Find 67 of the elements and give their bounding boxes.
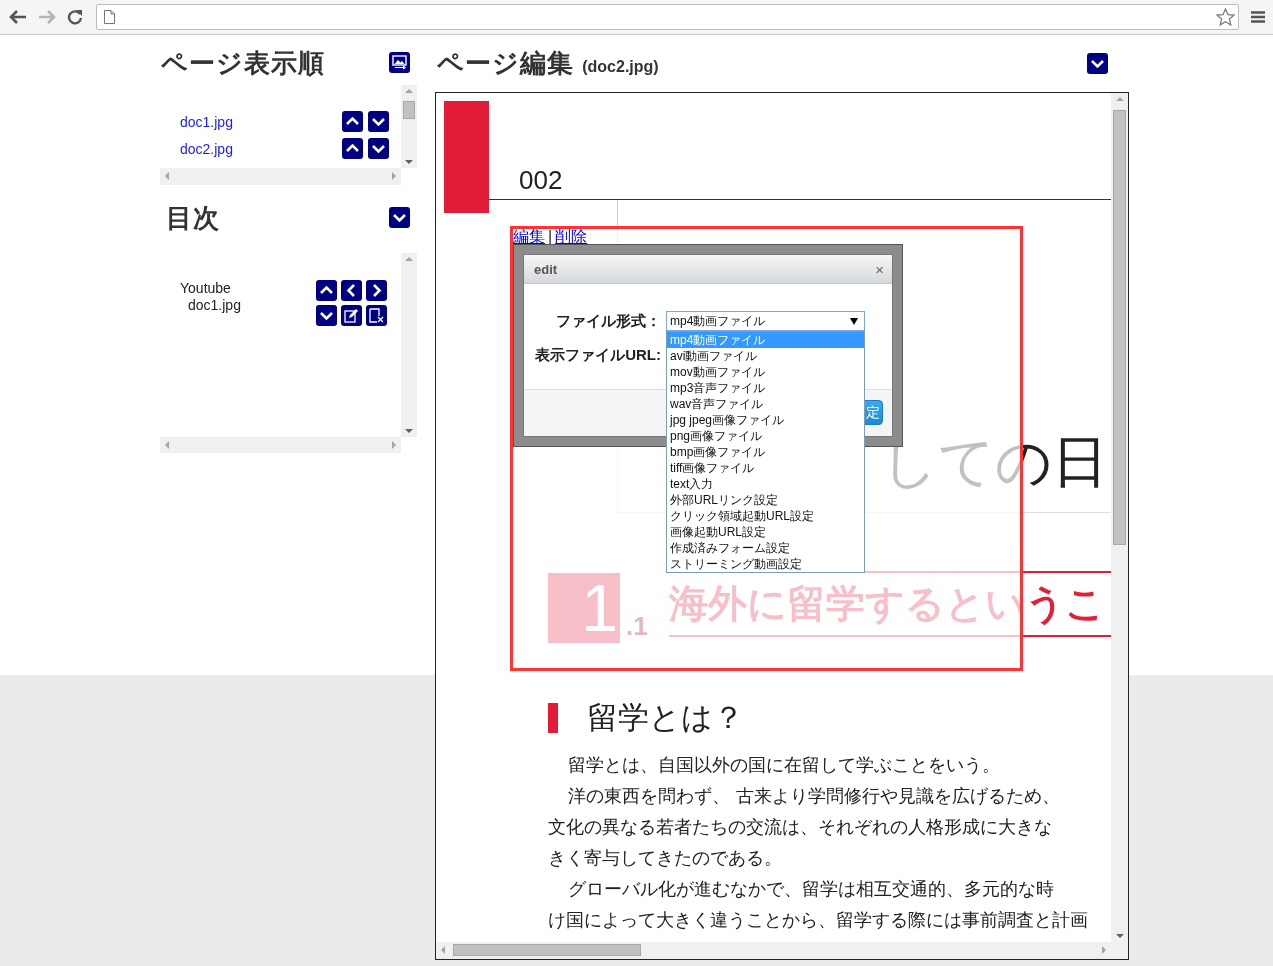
dropdown-option[interactable]: jpg jpeg画像ファイル <box>667 412 864 428</box>
file-name: (doc2.jpg) <box>582 58 659 75</box>
panel-title: ページ表示順 <box>161 49 325 76</box>
move-up-button[interactable] <box>342 111 363 132</box>
body-text: 洋の東西を問わず、 古来より学問修行や見識を広げるため、 <box>567 784 1060 808</box>
move-down-button[interactable] <box>316 305 337 326</box>
scrollbar[interactable] <box>1111 93 1128 942</box>
dropdown-option[interactable]: ストリーミング動画設定 <box>667 556 864 572</box>
delete-link[interactable]: 削除 <box>555 229 588 245</box>
menu-icon[interactable] <box>1251 11 1265 23</box>
page-number: 002 <box>519 165 563 196</box>
dialog-title: edit <box>534 261 558 277</box>
body-text: きく寄与してきたのである。 <box>548 846 782 870</box>
heading-marker <box>548 703 558 733</box>
move-down-button[interactable] <box>368 111 389 132</box>
move-right-button[interactable] <box>366 280 387 301</box>
move-up-button[interactable] <box>342 138 363 159</box>
body-text: け国によって大きく違うことから、留学する際には事前調査と計画 <box>548 908 1088 932</box>
scrollbar[interactable] <box>436 942 1111 959</box>
section-sub-number: .1 <box>626 611 648 642</box>
close-button[interactable]: × <box>875 261 884 277</box>
page-icon <box>104 10 115 24</box>
scrollbar[interactable] <box>401 85 417 168</box>
move-up-button[interactable] <box>316 280 337 301</box>
body-text: 文化の異なる若者たちの交流は、それぞれの人格形成に大きな <box>548 815 1052 839</box>
scrollbar[interactable] <box>401 253 417 437</box>
toc-item[interactable]: Youtube <box>180 280 241 297</box>
dropdown-option[interactable]: text入力 <box>667 476 864 492</box>
body-text: 留学とは、自国以外の国に在留して学ぶことをいう。 <box>567 753 1000 777</box>
page-cross-icon <box>369 308 384 323</box>
dropdown-option[interactable]: tiff画像ファイル <box>667 460 864 476</box>
page-link[interactable]: doc1.jpg <box>180 113 233 130</box>
thumbnail-button[interactable] <box>389 52 410 73</box>
caret-icon <box>850 318 858 325</box>
field-label: ファイル形式： <box>555 311 661 331</box>
pencil-icon <box>344 308 359 323</box>
page-link[interactable]: doc2.jpg <box>180 140 233 157</box>
document-heading: 留学とは？ <box>587 698 744 737</box>
address-field[interactable] <box>96 4 1239 30</box>
reload-icon[interactable] <box>67 9 83 25</box>
dropdown-option[interactable]: wav音声ファイル <box>667 396 864 412</box>
scrollbar[interactable] <box>160 437 401 453</box>
picture-icon <box>392 55 407 70</box>
collapse-button[interactable] <box>1087 53 1108 74</box>
edit-link[interactable]: 編集 <box>513 229 545 245</box>
move-down-button[interactable] <box>368 138 389 159</box>
dropdown-option[interactable]: avi動画ファイル <box>667 348 864 364</box>
dropdown-option[interactable]: png画像ファイル <box>667 428 864 444</box>
edit-button[interactable] <box>341 305 362 326</box>
dropdown-option[interactable]: クリック領域起動URL設定 <box>667 508 864 524</box>
collapse-button[interactable] <box>389 207 410 228</box>
back-icon[interactable] <box>9 9 27 25</box>
dropdown-option[interactable]: 作成済みフォーム設定 <box>667 540 864 556</box>
star-icon[interactable] <box>1216 8 1235 26</box>
delete-button[interactable] <box>366 305 387 326</box>
editor-title: ページ編集 <box>437 48 574 78</box>
move-left-button[interactable] <box>341 280 362 301</box>
scrollbar[interactable] <box>160 168 401 185</box>
dropdown-option[interactable]: 画像起動URL設定 <box>667 524 864 540</box>
field-label: 表示ファイルURL: <box>534 345 661 365</box>
toc-item[interactable]: doc1.jpg <box>180 297 241 314</box>
dropdown-option[interactable]: bmp画像ファイル <box>667 444 864 460</box>
dropdown-option[interactable]: mp3音声ファイル <box>667 380 864 396</box>
dropdown-option[interactable]: 外部URLリンク設定 <box>667 492 864 508</box>
dropdown-option[interactable]: mov動画ファイル <box>667 364 864 380</box>
panel-title: 目次 <box>166 204 220 231</box>
body-text: グローバル化が進むなかで、留学は相互交通的、多元的な時 <box>567 877 1054 901</box>
